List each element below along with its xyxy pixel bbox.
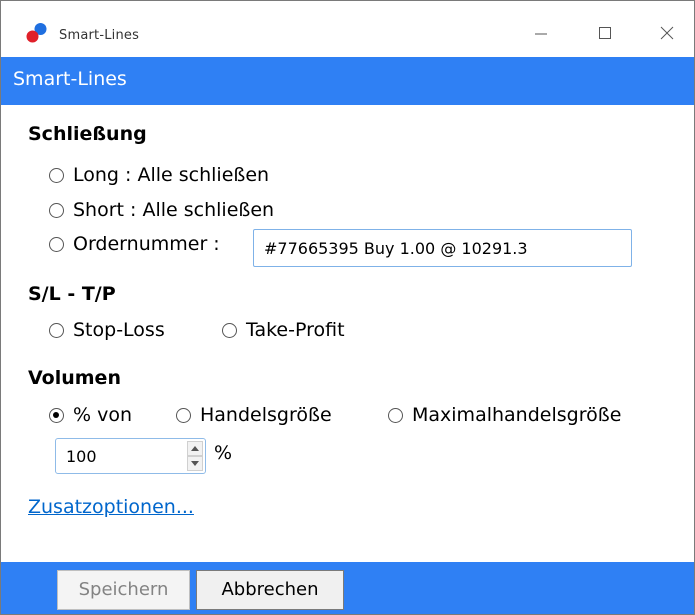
close-icon[interactable]	[655, 21, 679, 45]
closing-section-title: Schließung	[28, 123, 147, 145]
minimize-icon[interactable]	[529, 21, 553, 45]
maximize-icon[interactable]	[593, 21, 617, 45]
radio-label: Long : Alle schließen	[73, 164, 270, 186]
stepper-up-icon[interactable]	[187, 441, 203, 456]
radio-label: Short : Alle schließen	[73, 199, 275, 221]
smart-lines-window: Smart-Lines Smart-Lines Schließung Long …	[0, 0, 695, 615]
radio-indicator[interactable]	[49, 322, 64, 338]
radio-percent-of[interactable]: % von	[49, 404, 132, 426]
radio-label: Maximalhandelsgröße	[412, 404, 622, 426]
volume-input[interactable]	[56, 439, 182, 473]
dialog-title: Smart-Lines	[13, 68, 127, 90]
window-titlebar[interactable]: Smart-Lines	[1, 1, 694, 57]
radio-close-all-long[interactable]: Long : Alle schließen	[49, 164, 269, 186]
order-number-field[interactable]	[253, 229, 632, 267]
sltp-section-title: S/L - T/P	[28, 283, 116, 305]
volume-stepper[interactable]	[55, 438, 206, 474]
stepper-down-icon[interactable]	[187, 456, 203, 471]
save-button[interactable]: Speichern	[57, 570, 190, 610]
dialog-footer: Speichern Abbrechen	[1, 562, 694, 614]
radio-indicator[interactable]	[49, 167, 64, 183]
radio-label: Stop-Loss	[73, 319, 165, 341]
radio-stop-loss[interactable]: Stop-Loss	[49, 319, 165, 341]
radio-label: Handelsgröße	[200, 404, 332, 426]
radio-indicator[interactable]	[176, 407, 191, 423]
radio-indicator-selected[interactable]	[49, 407, 64, 423]
cancel-button[interactable]: Abbrechen	[196, 570, 344, 610]
stepper-buttons	[187, 441, 203, 471]
radio-take-profit[interactable]: Take-Profit	[222, 319, 345, 341]
radio-order-number[interactable]: Ordernummer :	[49, 233, 220, 255]
dialog-header: Smart-Lines	[1, 57, 694, 105]
volume-section-title: Volumen	[28, 367, 121, 389]
radio-close-all-short[interactable]: Short : Alle schließen	[49, 199, 274, 221]
additional-options-link[interactable]: Zusatzoptionen...	[28, 496, 194, 518]
radio-indicator[interactable]	[388, 407, 403, 423]
volume-unit: %	[214, 442, 233, 464]
radio-indicator[interactable]	[222, 322, 237, 338]
window-title: Smart-Lines	[59, 28, 140, 43]
radio-label: % von	[73, 404, 133, 426]
app-logo-icon	[26, 23, 47, 43]
radio-trade-size[interactable]: Handelsgröße	[176, 404, 332, 426]
radio-indicator[interactable]	[49, 236, 64, 252]
radio-max-trade-size[interactable]: Maximalhandelsgröße	[388, 404, 621, 426]
radio-label: Take-Profit	[246, 319, 345, 341]
radio-label: Ordernummer :	[73, 233, 220, 255]
radio-indicator[interactable]	[49, 202, 64, 218]
